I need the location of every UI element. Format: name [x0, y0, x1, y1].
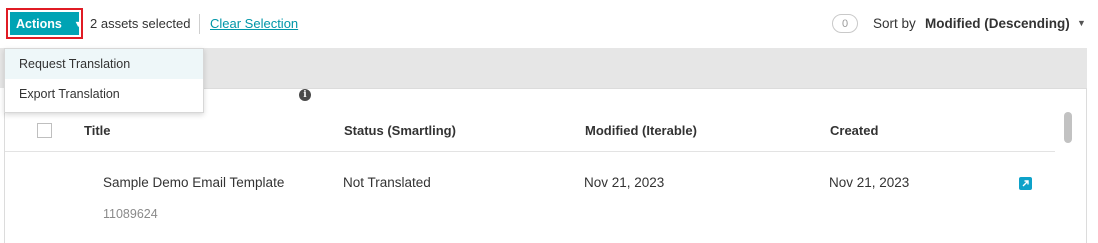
clear-selection-link[interactable]: Clear Selection	[210, 16, 298, 31]
actions-button[interactable]: Actions ▼	[10, 12, 83, 35]
menu-item-export-translation[interactable]: Export Translation	[5, 79, 203, 109]
filter-count-badge: 0	[832, 14, 858, 33]
toolbar: Actions ▼ 2 assets selected Clear Select…	[0, 0, 1098, 48]
asset-id: 11089624	[103, 207, 158, 221]
info-icon[interactable]: i	[299, 89, 311, 101]
actions-button-highlight[interactable]: Actions ▼	[6, 8, 83, 39]
sort-dropdown[interactable]: Modified (Descending)	[925, 16, 1070, 31]
divider	[199, 14, 200, 34]
sort-label: Sort by	[873, 16, 916, 31]
status-value: Not Translated	[343, 175, 431, 190]
modified-date: Nov 21, 2023	[584, 175, 665, 190]
open-external-icon[interactable]	[1019, 177, 1032, 190]
column-header-modified[interactable]: Modified (Iterable)	[585, 123, 697, 138]
selection-count: 2 assets selected	[90, 16, 191, 31]
scrollbar-thumb[interactable]	[1064, 112, 1072, 143]
column-header-status[interactable]: Status (Smartling)	[344, 123, 456, 138]
menu-item-request-translation[interactable]: Request Translation	[5, 49, 203, 79]
select-all-checkbox[interactable]	[37, 123, 52, 138]
chevron-down-icon[interactable]: ▼	[1077, 18, 1086, 28]
actions-button-label: Actions	[16, 16, 62, 31]
asset-title[interactable]: Sample Demo Email Template	[103, 175, 284, 190]
caret-down-icon: ▼	[73, 18, 83, 29]
column-header-created[interactable]: Created	[830, 123, 878, 138]
actions-menu: Request Translation Export Translation	[4, 48, 204, 113]
created-date: Nov 21, 2023	[829, 175, 910, 190]
column-header-title[interactable]: Title	[84, 123, 111, 138]
arrow-up-right-icon	[1022, 180, 1029, 187]
